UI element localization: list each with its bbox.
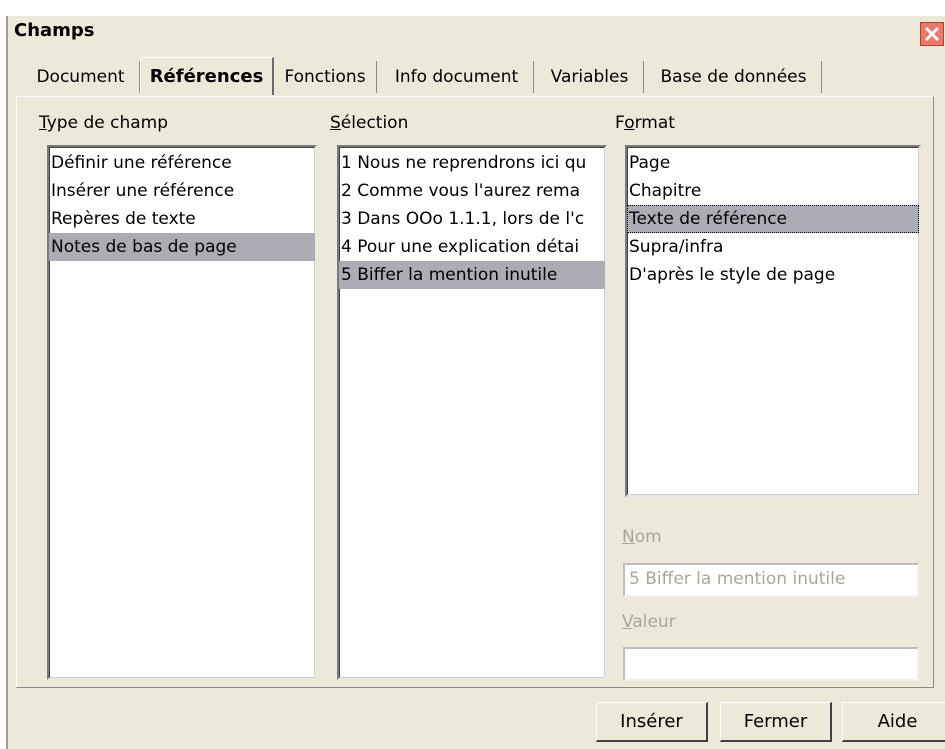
close-dialog-button[interactable]: Fermer (720, 702, 832, 742)
format-label: Format (615, 113, 675, 133)
selection-item[interactable]: 2 Comme vous l'aurez rema (339, 177, 605, 205)
tab-bar: Document Références Fonctions Info docum… (18, 57, 938, 95)
background-window-strip (0, 0, 945, 16)
tab-document-info[interactable]: Info document (380, 61, 534, 93)
format-item-selected[interactable]: Texte de référence (627, 205, 919, 233)
close-button[interactable] (920, 22, 944, 46)
value-input[interactable] (623, 647, 919, 681)
help-button[interactable]: Aide (842, 702, 945, 742)
field-type-item[interactable]: Repères de texte (49, 205, 315, 233)
tab-variables[interactable]: Variables (536, 61, 644, 93)
field-type-item-selected[interactable]: Notes de bas de page (49, 233, 315, 261)
selection-item[interactable]: 3 Dans OOo 1.1.1, lors de l'c (339, 205, 605, 233)
format-list[interactable]: Page Chapitre Texte de référence Supra/i… (625, 145, 921, 497)
field-type-item[interactable]: Insérer une référence (49, 177, 315, 205)
title-bar[interactable]: Champs (8, 16, 945, 50)
format-item[interactable]: Supra/infra (627, 233, 919, 261)
selection-item-selected[interactable]: 5 Biffer la mention inutile (339, 261, 605, 289)
insert-button[interactable]: Insérer (596, 702, 708, 742)
format-item[interactable]: Page (627, 149, 919, 177)
tab-panel: Type de champ Définir une référence Insé… (16, 96, 934, 688)
fields-dialog: Champs Document Références Fonctions Inf… (6, 16, 945, 749)
window-title: Champs (14, 20, 95, 41)
field-type-item[interactable]: Définir une référence (49, 149, 315, 177)
field-type-label: Type de champ (39, 113, 169, 133)
tab-functions[interactable]: Fonctions (274, 61, 377, 93)
value-label: Valeur (622, 612, 676, 632)
format-item[interactable]: Chapitre (627, 177, 919, 205)
selection-label: Sélection (330, 113, 409, 133)
name-input[interactable]: 5 Biffer la mention inutile (623, 563, 919, 597)
selection-list[interactable]: 1 Nous ne reprendrons ici qu 2 Comme vou… (337, 145, 607, 680)
tab-references[interactable]: Références (140, 57, 274, 95)
selection-item[interactable]: 4 Pour une explication détai (339, 233, 605, 261)
selection-item[interactable]: 1 Nous ne reprendrons ici qu (339, 149, 605, 177)
name-label: Nom (622, 527, 662, 547)
close-icon (924, 26, 940, 42)
field-type-list[interactable]: Définir une référence Insérer une référe… (47, 145, 317, 680)
tab-document[interactable]: Document (22, 61, 140, 93)
format-item[interactable]: D'après le style de page (627, 261, 919, 289)
tab-database[interactable]: Base de données (646, 61, 822, 93)
